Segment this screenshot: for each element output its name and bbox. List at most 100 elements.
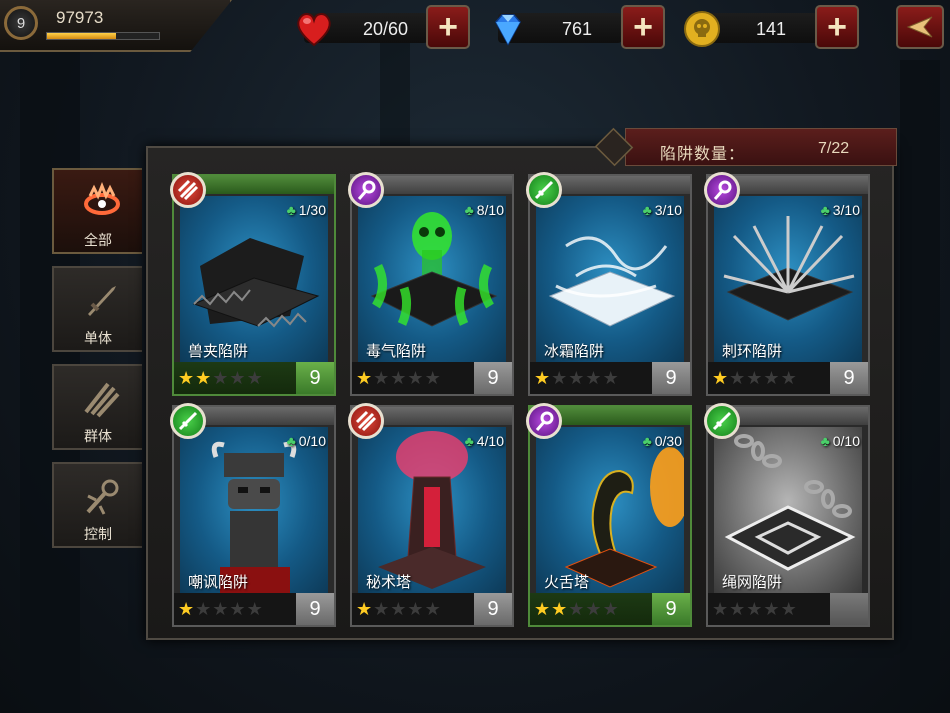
all-traps-icon [84,182,120,215]
star-icon: ★ [602,368,620,388]
gold-skull-coin-icon [684,11,720,47]
star-icon: ★ [712,599,730,619]
trap-level-text: 9 [487,366,499,389]
card-footer: ★★★★★ [708,593,868,625]
star-icon: ★ [212,599,230,619]
star-icon: ★ [568,599,586,619]
diamonds-resource: 761 [484,10,622,48]
background-tree [380,40,410,150]
trap-level-text: 9 [665,366,677,389]
trap-art [714,196,862,362]
star-icon: ★ [390,599,408,619]
star-icon: ★ [212,368,230,388]
trap-level-text: 9 [487,597,499,620]
tab-control-label: 控制 [84,526,112,542]
hearts-resource: 20/60 [290,10,428,48]
trap-art [714,427,862,593]
trap-name: 毒气陷阱 [366,343,427,360]
trap-name: 兽夹陷阱 [188,343,249,360]
trap-card[interactable]: ♣ 3/10 冰霜陷阱 ★★★★★ 9 [526,172,692,396]
trap-count-text: 4/10 [476,433,504,449]
trap-card[interactable]: ♣ 4/10 秘术塔 ★★★★★ 9 [348,403,514,627]
trap-count-text: 3/10 [832,202,860,218]
back-button[interactable] [896,5,944,49]
trap-level: 9 [652,593,690,625]
star-rating: ★★★★★ [534,368,620,389]
tab-all-label: 全部 [84,232,112,248]
star-icon: ★ [602,599,620,619]
magic-staff-icon [535,411,554,431]
trap-count: ♣ 4/10 [465,433,504,449]
trap-count-text: 0/30 [654,433,682,449]
trap-count: ♣ 0/10 [821,433,860,449]
star-icon: ★ [356,368,374,388]
trap-name: 秘术塔 [366,574,412,591]
add-hearts-button[interactable]: + [426,5,470,49]
trap-count: ♣ 3/10 [821,202,860,218]
trap-count-text: 1/30 [298,202,326,218]
trap-type-badge [704,403,740,439]
trap-type-badge [704,172,740,208]
trap-count-text: 8/10 [476,202,504,218]
trap-card[interactable]: ♣ 3/10 刺环陷阱 ★★★★★ 9 [704,172,870,396]
trap-card[interactable]: ♣ 1/30 兽夹陷阱 ★★★★★ 9 [170,172,336,396]
star-rating: ★★★★★ [178,368,264,389]
star-icon: ★ [195,368,213,388]
star-icon: ★ [534,599,552,619]
add-diamonds-button[interactable]: + [621,5,665,49]
star-icon: ★ [246,599,264,619]
trap-level-text: 9 [309,366,321,389]
card-footer: ★★★★★ 9 [708,362,868,394]
trap-name: 冰霜陷阱 [544,343,605,360]
trap-level: 9 [652,362,690,394]
trap-card[interactable]: ♣ 0/30 火舌塔 ★★★★★ 9 [526,403,692,627]
trap-type-badge [170,403,206,439]
star-icon: ★ [763,368,781,388]
star-rating: ★★★★★ [178,599,264,620]
star-icon: ★ [424,368,442,388]
star-icon: ★ [712,368,730,388]
star-icon: ★ [178,599,196,619]
trap-level: 9 [296,362,334,394]
trap-type-badge [526,403,562,439]
tab-control[interactable]: 控制 [52,462,142,548]
tab-group-label: 群体 [84,428,112,444]
star-icon: ★ [373,368,391,388]
sword-icon [178,411,198,431]
trap-type-badge [348,403,384,439]
clover-icon: ♣ [464,202,474,218]
card-footer: ★★★★★ 9 [352,362,512,394]
trap-art [180,196,328,362]
single-target-icon [88,286,116,316]
tab-group[interactable]: 群体 [52,364,142,450]
star-rating: ★★★★★ [356,599,442,620]
xp-bar [46,32,160,40]
background-tree [900,60,940,713]
trap-level-text: 9 [843,366,855,389]
star-icon: ★ [195,599,213,619]
tab-single[interactable]: 单体 [52,266,142,352]
trap-type-badge [526,172,562,208]
trap-count-text: 3/10 [654,202,682,218]
star-icon: ★ [178,368,196,388]
star-icon: ★ [373,599,391,619]
trap-art [358,196,506,362]
trap-count: ♣ 1/30 [287,202,326,218]
xp-bar-fill [47,33,117,39]
tab-all[interactable]: 全部 [52,168,142,254]
trap-name: 刺环陷阱 [722,343,783,360]
magic-staff-icon [713,180,732,200]
star-icon: ★ [356,599,374,619]
clover-icon: ♣ [464,433,474,449]
add-gold-button[interactable]: + [815,5,859,49]
trap-card[interactable]: ♣ 0/10 绳网陷阱 ★★★★★ [704,403,870,627]
trap-level: 9 [474,593,512,625]
background-tree [20,0,80,713]
star-icon: ★ [780,599,798,619]
star-icon: ★ [229,599,247,619]
trap-name: 嘲讽陷阱 [188,574,249,591]
card-footer: ★★★★★ 9 [174,593,334,625]
trap-count: ♣ 0/10 [287,433,326,449]
trap-card[interactable]: ♣ 0/10 嘲讽陷阱 ★★★★★ 9 [170,403,336,627]
trap-card[interactable]: ♣ 8/10 毒气陷阱 ★★★★★ 9 [348,172,514,396]
